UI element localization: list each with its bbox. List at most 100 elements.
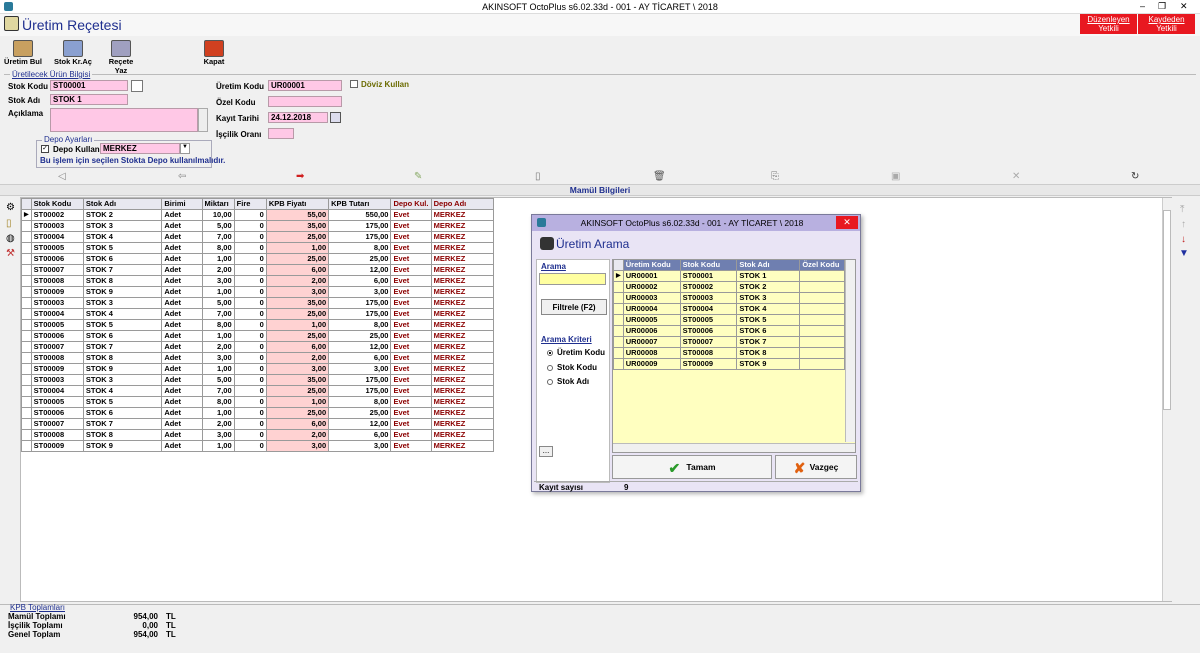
table-cell[interactable]: ST00009 xyxy=(30,286,84,298)
table-cell[interactable]: Adet xyxy=(161,209,203,221)
table-cell[interactable]: STOK 7 xyxy=(82,418,163,430)
move-down-icon[interactable]: ↓ xyxy=(1181,234,1186,245)
result-cell[interactable]: ST00002 xyxy=(679,281,738,293)
result-row[interactable]: UR00009 ST00009 STOK 9 xyxy=(613,358,845,370)
table-row[interactable]: ST00007 STOK 7 Adet 2,00 0 6,00 12,00 Evet MERKE… xyxy=(21,341,495,353)
table-cell[interactable]: 1,00 xyxy=(201,253,235,265)
table-cell[interactable]: MERKEZ xyxy=(430,352,495,364)
criteria-stock-name[interactable]: Stok Adı xyxy=(547,377,589,386)
dialog-close-button[interactable]: ✕ xyxy=(836,216,858,229)
close-button[interactable]: Kapat xyxy=(195,38,233,70)
delete-record-icon[interactable]: 🗑 xyxy=(653,171,666,182)
result-cell[interactable]: UR00004 xyxy=(622,303,681,315)
description-field[interactable] xyxy=(50,108,198,132)
table-cell[interactable]: 5,00 xyxy=(201,297,235,309)
table-cell[interactable]: Adet xyxy=(161,352,203,364)
stock-code-field[interactable]: ST00001 xyxy=(50,80,128,91)
table-cell[interactable]: MERKEZ xyxy=(430,209,495,221)
result-cell[interactable]: UR00006 xyxy=(622,325,681,337)
table-cell[interactable]: Evet xyxy=(390,363,432,375)
table-cell[interactable]: MERKEZ xyxy=(430,341,495,353)
table-cell[interactable]: Adet xyxy=(161,440,203,452)
table-cell[interactable]: MERKEZ xyxy=(430,297,495,309)
result-cell[interactable] xyxy=(799,336,845,348)
column-header[interactable]: Fire xyxy=(233,198,267,210)
table-cell[interactable]: 0 xyxy=(233,385,267,397)
globe-icon[interactable]: ◍ xyxy=(6,233,15,244)
table-cell[interactable]: Adet xyxy=(161,220,203,232)
table-cell[interactable]: Adet xyxy=(161,253,203,265)
table-cell[interactable]: 25,00 xyxy=(265,308,330,320)
result-cell[interactable]: STOK 8 xyxy=(736,347,801,359)
table-cell[interactable]: STOK 8 xyxy=(82,429,163,441)
table-row[interactable]: ST00003 STOK 3 Adet 5,00 0 35,00 175,00 Evet MER… xyxy=(21,297,495,309)
table-cell[interactable]: 0 xyxy=(233,330,267,342)
table-cell[interactable]: 7,00 xyxy=(201,308,235,320)
table-cell[interactable]: MERKEZ xyxy=(430,220,495,232)
column-header[interactable]: Stok Kodu xyxy=(679,259,738,271)
labor-rate-field[interactable] xyxy=(268,128,294,139)
result-row[interactable]: UR00005 ST00005 STOK 5 xyxy=(613,314,845,326)
table-cell[interactable]: Adet xyxy=(161,407,203,419)
dialog-vscroll[interactable] xyxy=(845,260,855,442)
table-cell[interactable]: MERKEZ xyxy=(430,396,495,408)
table-cell[interactable]: 175,00 xyxy=(328,308,392,320)
table-row[interactable]: ST00004 STOK 4 Adet 7,00 0 25,00 175,00 Evet MER… xyxy=(21,385,495,397)
table-cell[interactable]: 550,00 xyxy=(328,209,392,221)
save-record-icon[interactable]: ▣ xyxy=(891,171,900,182)
table-cell[interactable]: MERKEZ xyxy=(430,418,495,430)
table-cell[interactable]: 2,00 xyxy=(201,418,235,430)
table-cell[interactable]: ST00007 xyxy=(30,341,84,353)
criteria-stock-code[interactable]: Stok Kodu xyxy=(547,363,597,372)
table-row[interactable]: ST00007 STOK 7 Adet 2,00 0 6,00 12,00 Evet MERKE… xyxy=(21,418,495,430)
column-header[interactable]: KPB Tutarı xyxy=(328,198,392,210)
table-cell[interactable]: ST00003 xyxy=(30,220,84,232)
table-cell[interactable]: STOK 6 xyxy=(82,253,163,265)
dialog-search-input[interactable] xyxy=(539,273,606,285)
table-cell[interactable]: Adet xyxy=(161,297,203,309)
print-recipe-button[interactable]: Reçete Yaz xyxy=(102,38,140,75)
table-cell[interactable]: 1,00 xyxy=(201,440,235,452)
table-cell[interactable]: Evet xyxy=(390,297,432,309)
table-row[interactable]: ST00006 STOK 6 Adet 1,00 0 25,00 25,00 Evet MERK… xyxy=(21,253,495,265)
table-cell[interactable]: 25,00 xyxy=(328,330,392,342)
result-cell[interactable]: ST00005 xyxy=(679,314,738,326)
table-cell[interactable]: STOK 9 xyxy=(82,286,163,298)
table-cell[interactable]: 6,00 xyxy=(328,275,392,287)
table-cell[interactable]: 10,00 xyxy=(201,209,235,221)
table-cell[interactable]: Adet xyxy=(161,341,203,353)
result-row[interactable]: UR00007 ST00007 STOK 7 xyxy=(613,336,845,348)
column-header[interactable]: Depo Adı xyxy=(430,198,495,210)
table-cell[interactable]: ST00009 xyxy=(30,440,84,452)
table-cell[interactable]: Evet xyxy=(390,220,432,232)
table-cell[interactable]: STOK 6 xyxy=(82,330,163,342)
table-cell[interactable]: 2,00 xyxy=(265,352,330,364)
table-cell[interactable]: MERKEZ xyxy=(430,407,495,419)
table-cell[interactable]: MERKEZ xyxy=(430,319,495,331)
table-row[interactable]: ST00008 STOK 8 Adet 3,00 0 2,00 6,00 Evet MERKEZ xyxy=(21,429,495,441)
table-cell[interactable]: 35,00 xyxy=(265,220,330,232)
table-cell[interactable]: Adet xyxy=(161,418,203,430)
table-cell[interactable]: 3,00 xyxy=(265,440,330,452)
table-cell[interactable]: 12,00 xyxy=(328,341,392,353)
table-row[interactable]: ST00004 STOK 4 Adet 7,00 0 25,00 175,00 Evet MER… xyxy=(21,231,495,243)
table-cell[interactable]: Adet xyxy=(161,429,203,441)
table-cell[interactable]: 0 xyxy=(233,209,267,221)
result-cell[interactable]: UR00001 xyxy=(622,270,681,282)
currency-checkbox[interactable] xyxy=(350,80,358,88)
table-cell[interactable]: MERKEZ xyxy=(430,385,495,397)
table-cell[interactable]: 2,00 xyxy=(201,341,235,353)
table-cell[interactable]: ST00005 xyxy=(30,396,84,408)
table-cell[interactable]: Evet xyxy=(390,209,432,221)
table-cell[interactable]: STOK 8 xyxy=(82,275,163,287)
table-row[interactable]: ST00009 STOK 9 Adet 1,00 0 3,00 3,00 Evet MERKEZ xyxy=(21,440,495,452)
move-bottom-icon[interactable]: ▼ xyxy=(1179,248,1189,259)
table-cell[interactable]: 0 xyxy=(233,418,267,430)
table-cell[interactable]: Evet xyxy=(390,385,432,397)
result-cell[interactable]: ST00008 xyxy=(679,347,738,359)
table-cell[interactable]: ST00008 xyxy=(30,429,84,441)
result-cell[interactable]: ST00007 xyxy=(679,336,738,348)
table-row[interactable]: ST00006 STOK 6 Adet 1,00 0 25,00 25,00 Evet MERK… xyxy=(21,407,495,419)
result-cell[interactable] xyxy=(799,325,845,337)
table-cell[interactable]: Adet xyxy=(161,319,203,331)
